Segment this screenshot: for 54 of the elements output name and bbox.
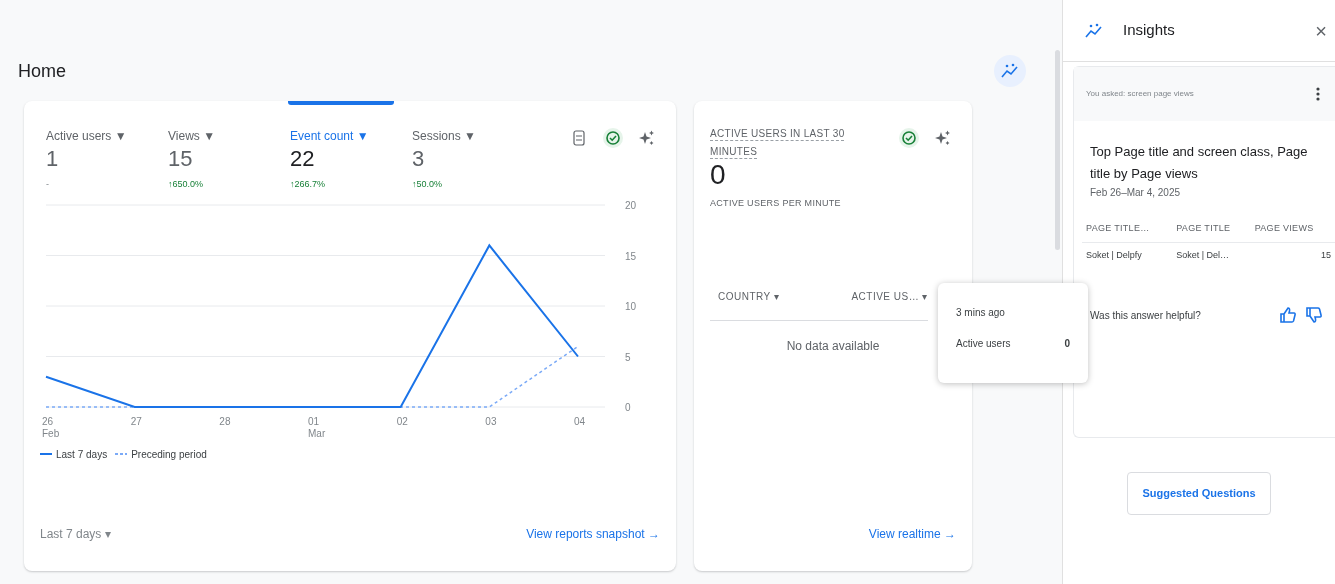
axis-label: 27: [130, 415, 142, 427]
insights-button[interactable]: [994, 55, 1026, 87]
axis-label: 02: [396, 415, 408, 427]
metric-tab[interactable]: Active users ▼ 1 -: [40, 101, 162, 193]
axis-label: 0: [625, 401, 631, 413]
page-title: Home: [18, 59, 66, 83]
metric-tab[interactable]: Views ▼ 15 ↑650.0%: [162, 101, 284, 193]
table-cell: Soket | Del…: [1172, 242, 1251, 269]
table-cell: 15: [1250, 242, 1335, 269]
axis-label: 5: [625, 351, 631, 363]
close-button[interactable]: ×: [1315, 15, 1327, 46]
empty-message: No data available: [786, 338, 880, 353]
realtime-subtitle: ACTIVE USERS PER MINUTE: [709, 197, 842, 210]
legend-label: Last 7 days: [56, 447, 108, 462]
tooltip-label: Active users: [956, 337, 1011, 351]
legend-icon: [40, 452, 52, 457]
realtime-value: 0: [709, 161, 727, 189]
column-header: PAGE TITLE…: [1082, 216, 1173, 243]
scrollbar[interactable]: [1055, 50, 1060, 250]
check-circle-icon[interactable]: [896, 125, 922, 151]
column-header: PAGE TITLE: [1172, 216, 1251, 243]
suggested-questions-button[interactable]: Suggested Questions: [1127, 472, 1271, 515]
table-cell: Soket | Delpfy: [1082, 242, 1173, 269]
axis-label: 26 Feb: [42, 415, 60, 439]
metric-tab[interactable]: Event count ▼ 22 ↑266.7%: [284, 101, 406, 193]
date-range-dropdown[interactable]: Last 7 days ▾: [40, 525, 111, 543]
legend-label: Preceding period: [131, 447, 207, 462]
metric-tab[interactable]: Sessions ▼ 3 ↑50.0%: [406, 101, 528, 193]
insight-heading: Top Page title and screen class, Page title by Page views: [1089, 143, 1309, 184]
change-text: -: [46, 177, 49, 191]
axis-label: 28: [219, 415, 231, 427]
axis-label: 03: [485, 415, 497, 427]
axis-label: 15: [625, 250, 637, 262]
change-text: ↑650.0%: [168, 177, 204, 191]
axis-label: 20: [625, 199, 637, 211]
check-circle-icon[interactable]: [600, 125, 626, 151]
change-text: ↑50.0%: [412, 177, 443, 191]
tooltip-value: 0: [1064, 337, 1070, 351]
axis-label: 01 Mar: [308, 415, 326, 439]
tooltip-time: 3 mins ago: [956, 306, 1006, 320]
legend-icon: [115, 452, 128, 457]
feedback-question: Was this answer helpful?: [1090, 308, 1201, 323]
panel-title: Insights: [1123, 20, 1175, 41]
column-header[interactable]: ACTIVE US… ▾: [851, 288, 928, 304]
column-header: PAGE VIEWS: [1250, 216, 1335, 243]
asked-text: You asked: screen page views: [1086, 88, 1194, 100]
realtime-title: ACTIVE USERS IN LAST 30 MINUTES: [710, 127, 846, 159]
view-realtime-link[interactable]: View realtime →: [868, 527, 956, 541]
column-header[interactable]: COUNTRY ▾: [718, 288, 780, 304]
axis-label: 04: [574, 415, 586, 427]
view-reports-link[interactable]: View reports snapshot →: [526, 525, 660, 543]
insight-date: Feb 26–Mar 4, 2025: [1089, 186, 1182, 201]
axis-label: 10: [625, 300, 637, 312]
change-text: ↑266.7%: [290, 177, 326, 191]
